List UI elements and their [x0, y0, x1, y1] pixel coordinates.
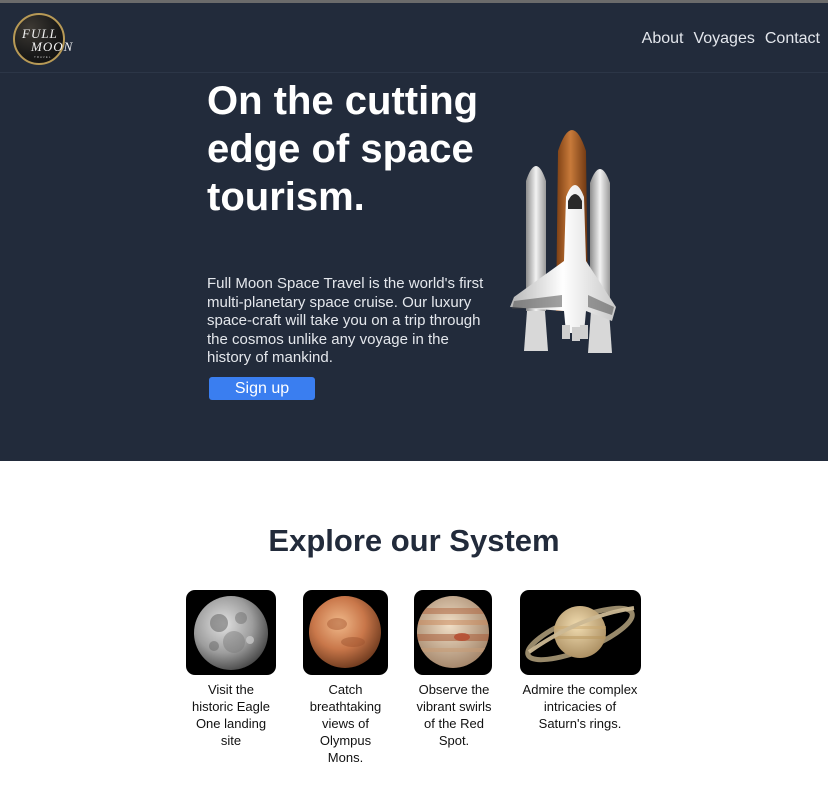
jupiter-card[interactable]: Observe the vibrant swirls of the Red Sp… [414, 590, 494, 749]
mars-caption: Catch breathtaking views of Olympus Mons… [309, 682, 382, 765]
explore-title: Explore our System [268, 523, 560, 558]
full-moon-logo[interactable]: FULL MOON TRAVEL [13, 13, 72, 65]
nav-voyages-link[interactable]: Voyages [693, 30, 754, 48]
moon-icon [186, 590, 276, 675]
hero-headline: On the cutting edge of space tourism. [207, 79, 479, 219]
logo-tagline: TRAVEL [34, 55, 52, 59]
nav-links: About Voyages Contact [642, 30, 820, 48]
saturn-caption: Admire the complex intricacies of Saturn… [522, 682, 638, 731]
logo-text-moon: MOON [31, 39, 74, 54]
nav-contact-link[interactable]: Contact [765, 30, 820, 48]
moon-caption: Visit the historic Eagle One landing sit… [191, 682, 271, 748]
signup-button[interactable]: Sign up [209, 377, 315, 400]
mars-card[interactable]: Catch breathtaking views of Olympus Mons… [303, 590, 388, 766]
hero-description: Full Moon Space Travel is the world's fi… [207, 275, 484, 366]
moon-card[interactable]: Visit the historic Eagle One landing sit… [186, 590, 276, 749]
mars-icon [303, 590, 388, 675]
hero-section: FULL MOON TRAVEL About Voyages Contact O… [0, 3, 828, 461]
nav-about-link[interactable]: About [642, 30, 684, 48]
saturn-card[interactable]: Admire the complex intricacies of Saturn… [519, 590, 641, 732]
jupiter-caption: Observe the vibrant swirls of the Red Sp… [416, 682, 492, 748]
saturn-icon [519, 590, 641, 675]
jupiter-icon [414, 590, 492, 675]
space-shuttle-icon [510, 130, 616, 353]
navbar: FULL MOON TRAVEL About Voyages Contact [0, 3, 828, 73]
